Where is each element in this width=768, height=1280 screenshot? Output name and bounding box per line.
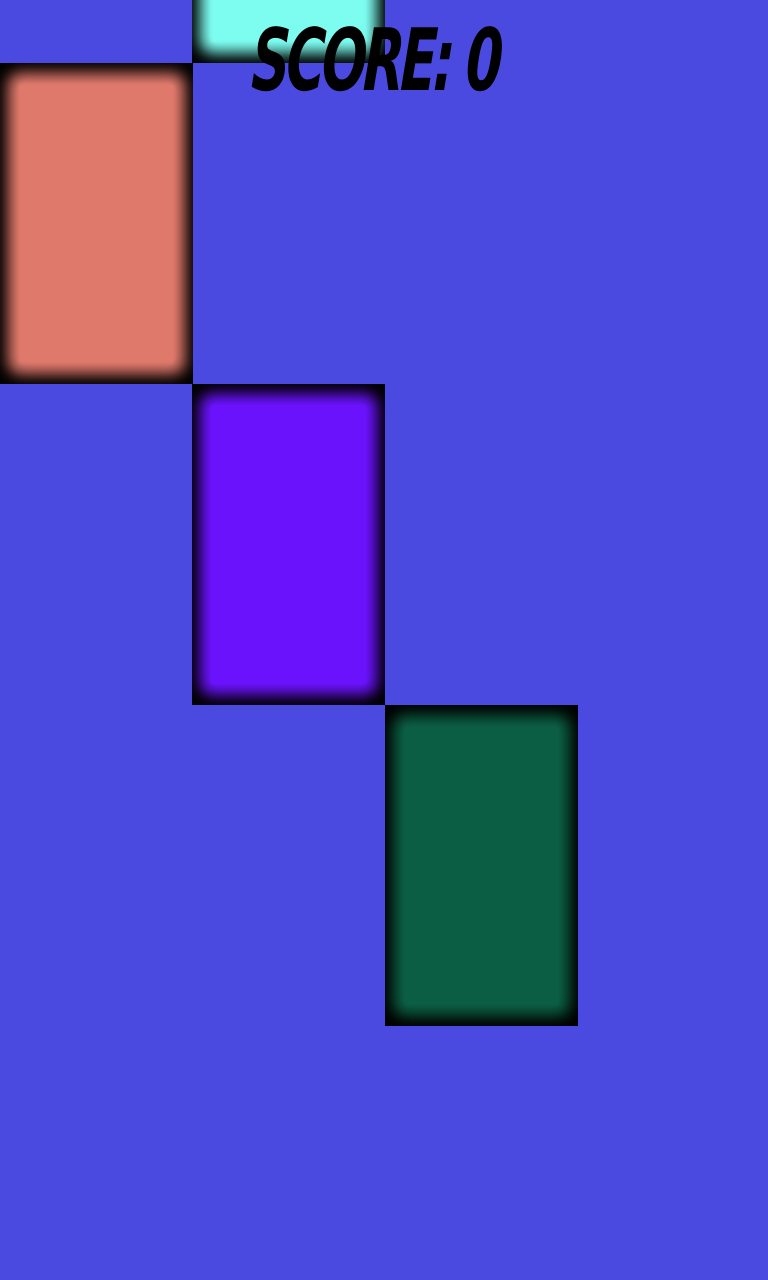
tile-salmon[interactable] — [0, 63, 193, 384]
tile-violet-fill — [210, 404, 367, 685]
tile-green[interactable] — [385, 705, 578, 1026]
tile-salmon-fill — [18, 83, 175, 364]
tile-violet[interactable] — [192, 384, 385, 705]
game-board: SCORE: 0 — [0, 0, 768, 1280]
tile-green-fill — [403, 725, 560, 1006]
score-label: SCORE: 0 — [249, 11, 502, 111]
